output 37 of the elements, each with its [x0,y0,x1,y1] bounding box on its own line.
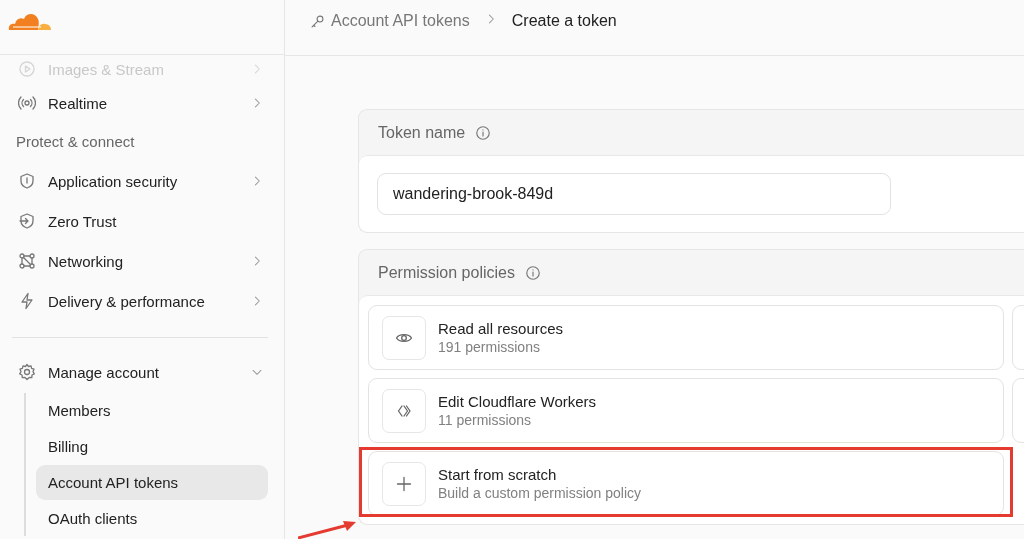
policy-card[interactable]: Edit Cloudflare Workers 11 permissions [368,378,1004,443]
token-name-field[interactable]: wandering-brook-849d [377,173,891,215]
policy-subtitle: Build a custom permission policy [438,485,642,501]
policy-subtitle: 191 permissions [438,339,541,355]
cloud-logo[interactable] [7,11,51,31]
sidebar-subitem[interactable]: Billing [36,429,268,464]
sidebar-subitem[interactable]: Account API tokens [36,465,268,500]
sidebar-item[interactable]: Networking [12,241,268,281]
section-heading: Protect & connect [15,132,136,152]
info-icon[interactable] [475,124,492,141]
network-icon [18,252,36,270]
sidebar-item[interactable]: Delivery & performance [12,281,268,321]
sidebar-subitem[interactable]: OAuth clients [36,501,268,536]
info-icon[interactable] [524,264,541,281]
shield-icon [18,212,36,230]
sidebar-item[interactable]: Manage account [12,352,268,392]
plus-icon [395,474,413,493]
policy-title: Read all resources [438,320,564,337]
sidebar-subitem[interactable]: Members [36,393,268,428]
key-icon [310,14,325,29]
card-title: Permission policies [378,263,515,282]
sidebar-item[interactable]: Realtime [12,83,268,123]
policy-title: Edit Cloudflare Workers [438,393,597,410]
breadcrumb-link[interactable]: Account API tokens [331,12,470,30]
gear-icon [18,363,36,381]
policy-title: Start from scratch [438,466,558,483]
breadcrumb-current: Create a token [511,12,617,30]
sidebar-item[interactable]: Application security [12,161,268,201]
annotation-arrow [298,519,358,539]
shield-icon [18,172,36,190]
policy-card[interactable]: Read all resources 191 permissions [368,305,1004,370]
policy-card[interactable]: Start from scratch Build a custom permission policy [368,451,1004,516]
sidebar-item[interactable]: Zero Trust [12,201,268,241]
card-title: Token name [378,123,466,142]
policy-subtitle: 11 permissions [438,412,533,428]
signal-icon [18,94,36,112]
play-icon [18,60,36,78]
